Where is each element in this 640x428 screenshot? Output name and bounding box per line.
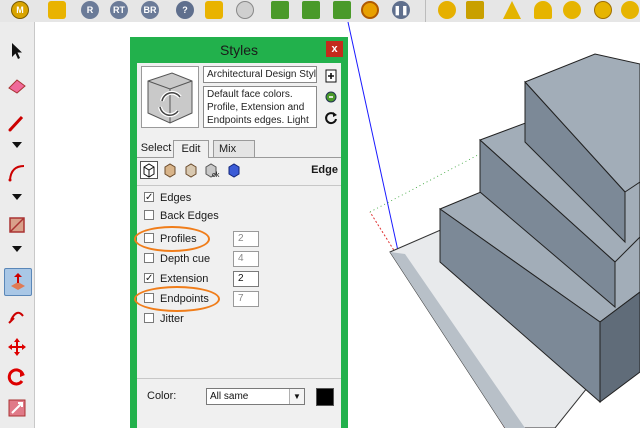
back-edges-checkbox[interactable] [144,210,154,220]
option-label: Edges [160,192,192,204]
dome-icon[interactable] [534,1,552,19]
tab-select[interactable]: Select [139,140,173,157]
face-settings-icon[interactable] [162,162,178,178]
styles-tabs: Select Edit Mix [137,140,341,158]
tree-icon[interactable] [271,1,289,19]
update-style-icon[interactable] [324,90,338,104]
depth-cue-field[interactable]: 4 [233,251,259,267]
extension-checkbox[interactable]: ✓ [144,273,154,284]
toolbar-button-br[interactable]: BR [141,1,159,19]
watermark-settings-icon[interactable]: ok [203,162,220,179]
create-style-icon[interactable] [324,69,338,83]
push-pull-icon[interactable] [4,268,32,296]
modeling-settings-icon[interactable] [226,162,242,178]
sphere-icon[interactable] [236,1,254,19]
arc-icon[interactable] [6,162,28,184]
help-icon[interactable]: ? [176,1,194,19]
svg-text:ok: ok [212,172,220,178]
top-toolbar: M R RT BR ? ❚❚ [0,0,640,23]
tab-edit[interactable]: Edit [173,140,209,158]
depth-cue-checkbox[interactable] [144,253,154,263]
toolbar-button-r[interactable]: R [81,1,99,19]
move-icon[interactable] [6,336,28,358]
offset-icon[interactable] [6,305,28,327]
edge-color-swatch[interactable] [316,388,334,406]
edge-settings-icon[interactable] [140,161,158,179]
profiles-width-field[interactable]: 2 [233,231,259,247]
camera-icon[interactable] [466,1,484,19]
highlight-circle-profiles [134,226,210,252]
color-label: Color: [147,390,177,402]
tag-edit-icon[interactable] [205,1,223,19]
chevron-down-icon[interactable] [12,194,22,200]
tab-mix[interactable]: Mix [213,140,255,157]
color-dropdown[interactable]: All same ▼ [206,388,305,405]
chevron-down-icon[interactable] [12,142,22,148]
chevron-down-icon[interactable] [12,246,22,252]
color-dropdown-value: All same [210,391,249,402]
extension-length-field[interactable]: 2 [233,271,259,287]
tree-add-icon[interactable] [302,1,320,19]
edit-mode-icons: ok Edge [137,160,341,182]
torus-icon[interactable] [621,1,639,19]
select-arrow-icon[interactable] [6,40,28,62]
edges-checkbox[interactable]: ✓ [144,192,154,203]
chevron-down-icon[interactable]: ▼ [289,389,304,404]
option-label: Extension [160,273,209,285]
panel-title[interactable]: Styles [130,37,348,63]
left-toolbar [0,22,35,428]
background-settings-icon[interactable] [183,162,199,178]
style-description-field[interactable]: Default face colors. Profile, Extension … [203,86,317,128]
style-name-field[interactable]: Architectural Design Styl [203,66,317,83]
eraser-icon[interactable] [6,75,28,97]
sphere-split-icon[interactable] [594,1,612,19]
style-thumbnail[interactable] [141,66,199,128]
toolbar-button-rt[interactable]: RT [110,1,128,19]
rectangle-icon[interactable] [6,214,28,236]
endpoints-length-field[interactable]: 7 [233,291,259,307]
pause-icon[interactable]: ❚❚ [392,1,410,19]
close-button[interactable]: x [326,41,343,57]
tag-icon[interactable] [48,1,66,19]
option-label: Back Edges [160,210,219,222]
refresh-icon[interactable] [324,111,338,125]
landscape-icon[interactable] [333,1,351,19]
rotate-icon[interactable] [6,366,28,388]
scale-icon[interactable] [6,397,28,419]
target-icon[interactable] [361,1,379,19]
highlight-circle-endpoints [134,286,220,312]
close-icon: x [331,43,338,55]
toolbar-button-m[interactable]: M [11,1,29,19]
option-label: Jitter [160,313,184,325]
jitter-checkbox[interactable] [144,313,154,323]
pencil-icon[interactable] [6,112,28,134]
halfsphere-icon[interactable] [563,1,581,19]
cone-icon[interactable] [503,1,521,19]
sphere-gold-icon[interactable] [438,1,456,19]
option-label: Depth cue [160,253,211,265]
section-label: Edge [311,164,338,176]
